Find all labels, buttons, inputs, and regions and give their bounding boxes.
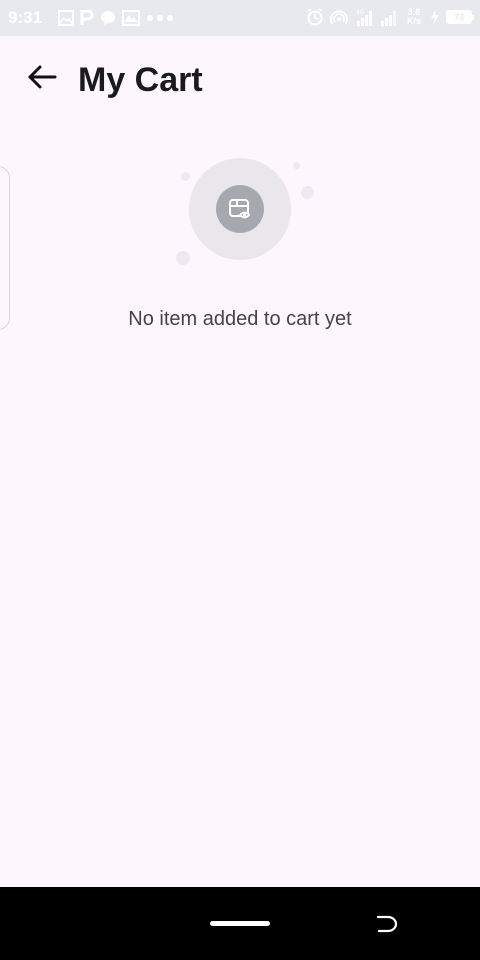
network-speed: 3.8 K/s — [404, 8, 424, 26]
back-button[interactable] — [22, 60, 62, 94]
system-nav-bar — [0, 887, 480, 960]
network-speed-unit: K/s — [406, 16, 421, 26]
alarm-icon — [307, 8, 323, 26]
empty-cart-illustration — [170, 150, 320, 270]
status-bar: 9:31 4G 3.8 K/s 73 — [0, 0, 480, 36]
page-title: My Cart — [78, 61, 203, 99]
status-time: 9:31 — [8, 8, 43, 27]
notification-icons — [58, 9, 174, 27]
svg-text:4G: 4G — [356, 9, 365, 16]
battery-indicator: 73 — [446, 10, 474, 24]
back-gesture-icon[interactable] — [374, 911, 400, 937]
p-app-icon — [80, 10, 94, 25]
empty-cart-icon-wrap — [216, 185, 264, 233]
decor-dot — [181, 172, 190, 181]
app-header: My Cart — [0, 36, 480, 124]
signal-4g-icon: 4G — [356, 9, 372, 26]
more-dots-icon — [147, 15, 173, 21]
gallery-icon — [58, 10, 74, 26]
battery-level: 73 — [453, 12, 464, 22]
charging-icon — [431, 9, 439, 25]
empty-cart-message: No item added to cart yet — [128, 308, 352, 330]
decor-dot — [293, 162, 300, 169]
arrow-left-icon — [28, 65, 57, 89]
image-icon — [122, 10, 140, 26]
decor-dot — [301, 186, 314, 199]
chat-icon — [101, 11, 115, 25]
side-drawer-handle[interactable] — [0, 166, 10, 330]
signal-icon — [381, 11, 396, 26]
cart-view-icon — [229, 199, 251, 219]
system-icons: 4G 3.8 K/s 73 — [306, 7, 474, 27]
hotspot-icon — [330, 10, 348, 25]
home-indicator[interactable] — [210, 921, 270, 926]
decor-dot — [176, 251, 190, 265]
